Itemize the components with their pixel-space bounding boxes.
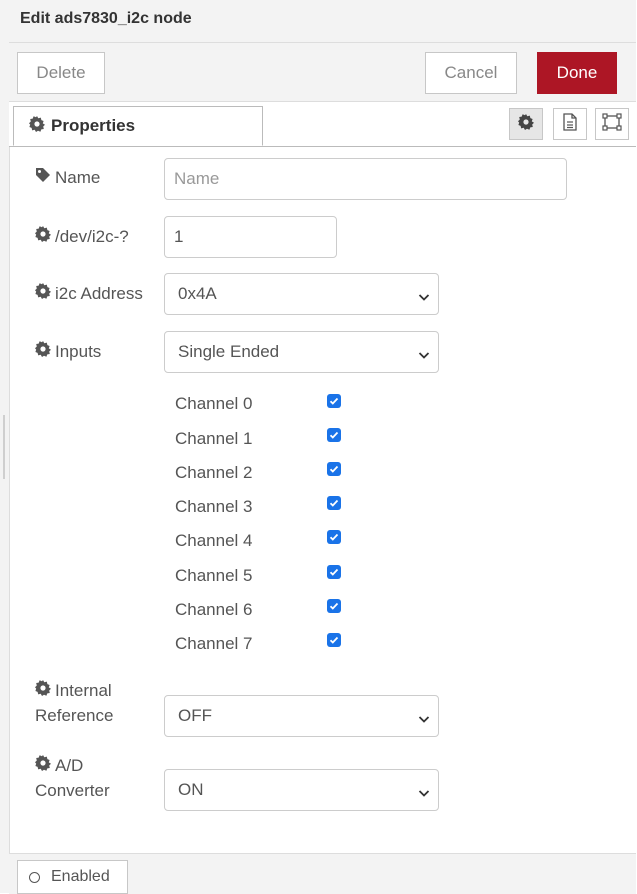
frame-icon [602, 112, 622, 136]
inputs-label: Inputs [35, 341, 101, 362]
channel-label-4: Channel 4 [175, 531, 253, 550]
channel-checkbox-1[interactable] [327, 428, 341, 442]
tab-properties[interactable]: Properties [13, 106, 263, 146]
circle-icon [29, 871, 40, 883]
ad-converter-label-row: A/D [35, 753, 83, 778]
name-label-text: Name [55, 167, 101, 187]
name-input[interactable]: Name [164, 158, 567, 200]
ad-converter-label-line1: A/D [55, 756, 84, 775]
device-input[interactable]: 1 [164, 216, 337, 258]
chevron-down-icon [418, 288, 430, 308]
tab-properties-label: Properties [51, 116, 136, 135]
inputs-label-text: Inputs [55, 341, 102, 361]
channel-label-2: Channel 2 [175, 463, 253, 482]
tray-title: Edit ads7830_i2c node [20, 10, 192, 27]
delete-button[interactable]: Delete [17, 52, 105, 94]
tag-icon [35, 167, 51, 188]
ad-converter-label: A/D Converter [35, 753, 110, 803]
ad-converter-select[interactable]: ON [164, 769, 439, 811]
tab-appearance-button[interactable] [595, 108, 629, 140]
address-label: i2c Address [35, 283, 143, 304]
channel-label-7: Channel 7 [175, 634, 253, 653]
enabled-toggle-button[interactable]: Enabled [17, 860, 128, 894]
gear-icon [518, 113, 534, 135]
device-label-text: /dev/i2c-? [55, 226, 129, 246]
tab-settings-button[interactable] [509, 108, 543, 140]
cancel-button[interactable]: Cancel [425, 52, 517, 94]
internal-reference-label-row: Internal [35, 678, 112, 703]
tray-footer: Enabled [9, 853, 636, 894]
inputs-value: Single Ended [178, 342, 280, 361]
tray-header: Edit ads7830_i2c node [9, 0, 636, 43]
device-value: 1 [174, 227, 184, 246]
internal-reference-label-line2: Reference [35, 706, 114, 725]
address-value: 0x4A [178, 284, 217, 303]
gear-icon [35, 753, 51, 778]
channel-checkbox-5[interactable] [327, 565, 341, 579]
document-icon [562, 112, 578, 136]
inputs-select[interactable]: Single Ended [164, 331, 439, 373]
channel-checkbox-4[interactable] [327, 530, 341, 544]
channel-checkbox-6[interactable] [327, 599, 341, 613]
name-label: Name [35, 167, 100, 188]
internal-reference-value: OFF [178, 706, 212, 725]
tab-description-button[interactable] [553, 108, 587, 140]
edit-node-tray: Edit ads7830_i2c node Delete Cancel Done… [0, 0, 637, 894]
enabled-label: Enabled [51, 868, 110, 885]
chevron-down-icon [418, 346, 430, 366]
channel-checkbox-3[interactable] [327, 496, 341, 510]
address-select[interactable]: 0x4A [164, 273, 439, 315]
channel-label-0: Channel 0 [175, 394, 253, 413]
tab-bar: Properties [9, 102, 636, 147]
name-placeholder: Name [174, 169, 220, 188]
gear-icon [35, 283, 51, 304]
channel-checkbox-2[interactable] [327, 462, 341, 476]
chevron-down-icon [418, 710, 430, 730]
internal-reference-select[interactable]: OFF [164, 695, 439, 737]
grip-line [3, 415, 5, 479]
gear-icon [35, 341, 51, 362]
chevron-down-icon [418, 784, 430, 804]
gear-icon [29, 115, 45, 137]
address-label-text: i2c Address [55, 283, 143, 303]
gear-icon [35, 678, 51, 703]
internal-reference-label: Internal Reference [35, 678, 113, 728]
gear-icon [35, 226, 51, 247]
channel-label-5: Channel 5 [175, 566, 253, 585]
device-label: /dev/i2c-? [35, 226, 129, 247]
channel-label-1: Channel 1 [175, 429, 253, 448]
channel-checkbox-0[interactable] [327, 394, 341, 408]
ad-converter-value: ON [178, 780, 204, 799]
ad-converter-label-line2: Converter [35, 781, 110, 800]
tray-toolbar: Delete Cancel Done [9, 43, 636, 102]
channel-checkbox-7[interactable] [327, 633, 341, 647]
done-button[interactable]: Done [537, 52, 617, 94]
channel-label-6: Channel 6 [175, 600, 253, 619]
channel-label-3: Channel 3 [175, 497, 253, 516]
internal-reference-label-line1: Internal [55, 681, 112, 700]
